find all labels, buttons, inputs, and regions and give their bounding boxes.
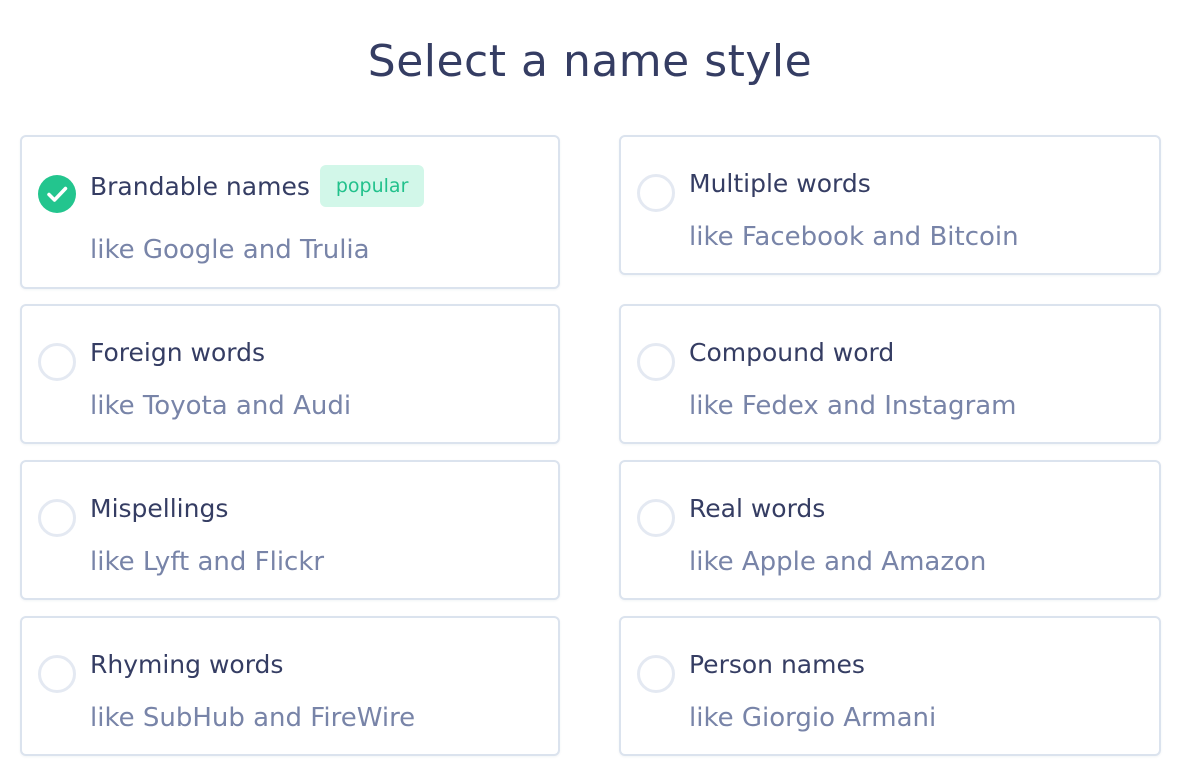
option-compound-word[interactable]: Compound word like Fedex and Instagram [619, 304, 1161, 444]
option-brandable-names[interactable]: Brandable names popular like Google and T… [20, 135, 560, 289]
option-mispellings[interactable]: Mispellings like Lyft and Flickr [20, 460, 560, 600]
option-foreign-words[interactable]: Foreign words like Toyota and Audi [20, 304, 560, 444]
option-real-words[interactable]: Real words like Apple and Amazon [619, 460, 1161, 600]
popular-badge: popular [319, 165, 425, 207]
option-example: like Lyft and Flickr [90, 547, 325, 577]
option-example: like Toyota and Audi [90, 391, 352, 421]
option-label: Real words [689, 494, 826, 523]
option-label: Compound word [689, 338, 895, 367]
option-rhyming-words[interactable]: Rhyming words like SubHub and FireWire [20, 616, 560, 756]
option-label: Rhyming words [90, 650, 284, 679]
option-multiple-words[interactable]: Multiple words like Facebook and Bitcoin [619, 135, 1161, 275]
radio-circle-icon [637, 343, 675, 381]
option-label: Multiple words [689, 169, 871, 198]
option-example: like Fedex and Instagram [689, 391, 1017, 421]
option-label: Person names [689, 650, 865, 679]
option-example: like SubHub and FireWire [90, 703, 416, 733]
option-label: Brandable names [90, 172, 310, 201]
option-example: like Facebook and Bitcoin [689, 222, 1019, 252]
radio-circle-icon [38, 343, 76, 381]
option-example: like Apple and Amazon [689, 547, 987, 577]
radio-circle-icon [637, 174, 675, 212]
option-example: like Google and Trulia [90, 235, 370, 265]
checkmark-icon [38, 175, 76, 213]
option-example: like Giorgio Armani [689, 703, 937, 733]
radio-circle-icon [38, 655, 76, 693]
option-label: Mispellings [90, 494, 229, 523]
option-label: Foreign words [90, 338, 265, 367]
radio-circle-icon [38, 499, 76, 537]
radio-circle-icon [637, 499, 675, 537]
option-person-names[interactable]: Person names like Giorgio Armani [619, 616, 1161, 756]
page-title: Select a name style [367, 36, 813, 87]
radio-circle-icon [637, 655, 675, 693]
option-label-row: Brandable names popular [90, 165, 425, 209]
